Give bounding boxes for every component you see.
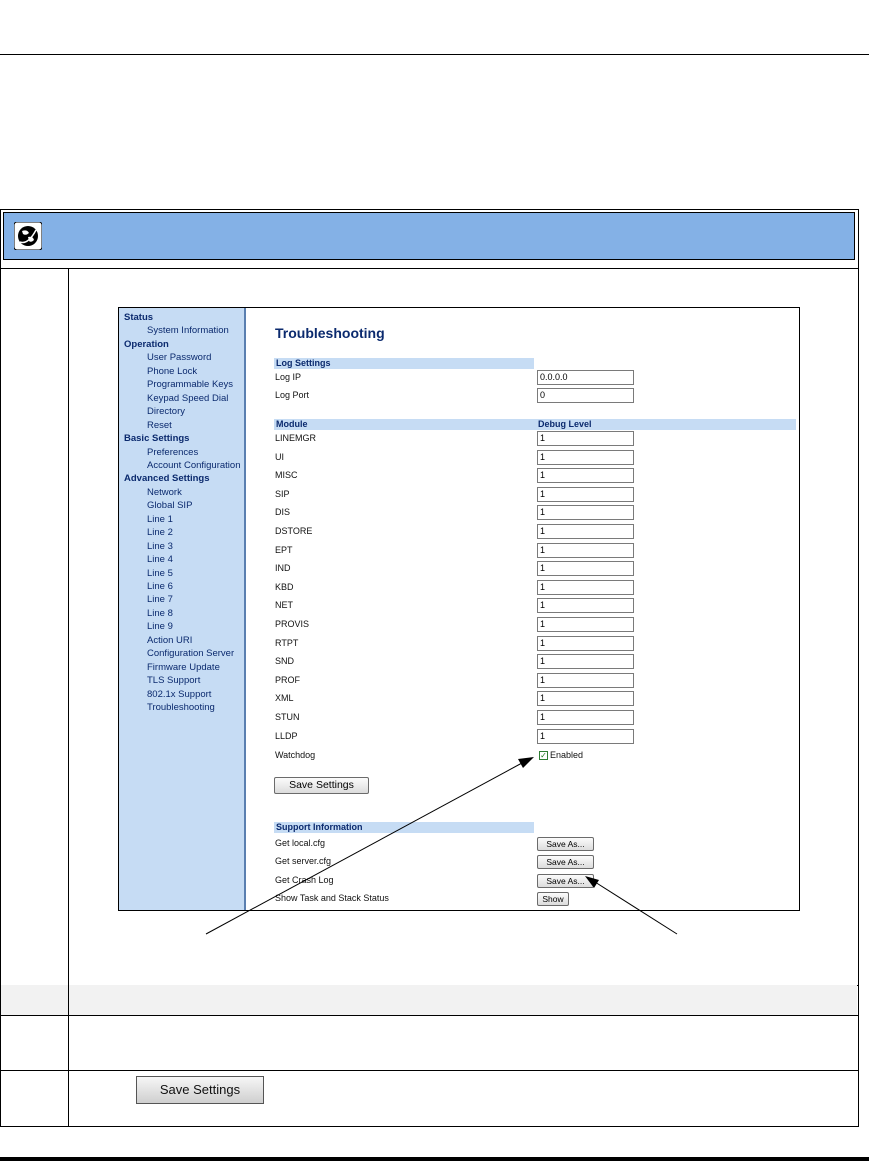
- module-debug-label: RTPT: [275, 637, 299, 648]
- module-debug-label: DIS: [275, 507, 291, 518]
- module-debug-input[interactable]: 1: [537, 561, 634, 577]
- bottom-rule: [0, 1157, 869, 1161]
- support-information-header: Support Information: [274, 822, 534, 833]
- sidebar-item[interactable]: User Password: [147, 352, 211, 363]
- sidebar-item[interactable]: Network: [147, 487, 182, 498]
- sidebar-item[interactable]: System Information: [147, 325, 229, 336]
- log-setting-input[interactable]: 0.0.0.0: [537, 370, 634, 385]
- module-debug-input[interactable]: 1: [537, 431, 634, 446]
- module-debug-input[interactable]: 1: [537, 654, 634, 670]
- module-debug-label: EPT: [275, 544, 293, 555]
- page-title: Troubleshooting: [275, 325, 385, 341]
- module-debug-label: UI: [275, 451, 284, 462]
- sidebar-item: Status: [124, 312, 154, 323]
- watchdog-checkbox[interactable]: ✓: [539, 751, 548, 760]
- support-row-label: Get server.cfg: [275, 856, 332, 867]
- sidebar-item[interactable]: Line 5: [147, 568, 173, 579]
- module-debug-label: MISC: [275, 470, 298, 481]
- sidebar-item[interactable]: Directory: [147, 406, 185, 417]
- module-debug-input[interactable]: 1: [537, 468, 634, 484]
- module-debug-input[interactable]: 1: [537, 710, 634, 725]
- sidebar-item[interactable]: Preferences: [147, 447, 198, 458]
- save-settings-button[interactable]: Save Settings: [274, 777, 369, 794]
- module-debug-label: NET: [275, 600, 293, 611]
- module-debug-label: DSTORE: [275, 526, 313, 536]
- sidebar-item[interactable]: Line 1: [147, 514, 173, 525]
- sidebar-item[interactable]: Action URI: [147, 635, 192, 646]
- watchdog-enabled-label: Enabled: [550, 750, 584, 760]
- sidebar-item: Basic Settings: [124, 433, 190, 445]
- top-rule: [0, 54, 869, 55]
- log-setting-label: Log IP: [275, 372, 302, 382]
- sidebar-item[interactable]: Line 4: [147, 554, 173, 565]
- row-divider: [1, 1070, 859, 1071]
- sidebar-item[interactable]: Line 3: [147, 541, 173, 552]
- save-settings-button-image: Save Settings: [136, 1076, 264, 1104]
- step-column-divider: [68, 268, 69, 1127]
- show-button[interactable]: Show: [537, 891, 569, 906]
- module-debug-input[interactable]: 1: [537, 524, 634, 539]
- module-debug-input[interactable]: 1: [537, 579, 634, 595]
- sidebar-item[interactable]: Line 7: [147, 594, 173, 605]
- log-settings-header: Log Settings: [274, 358, 534, 369]
- module-header: Module: [274, 419, 536, 430]
- module-debug-label: SIP: [275, 488, 290, 499]
- module-debug-input[interactable]: 1: [537, 635, 634, 651]
- module-debug-label: KBD: [275, 581, 294, 592]
- module-debug-input[interactable]: 1: [537, 617, 634, 632]
- save-as-button[interactable]: Save As...: [537, 837, 594, 851]
- watchdog-label: Watchdog: [275, 750, 316, 760]
- module-debug-input[interactable]: 1: [537, 449, 634, 465]
- sidebar-item[interactable]: Global SIP: [147, 500, 192, 511]
- module-debug-label: LINEMGR: [275, 433, 317, 443]
- module-debug-label: IND: [275, 563, 291, 574]
- save-as-button[interactable]: Save As...: [537, 873, 594, 888]
- web-ui-banner: [3, 212, 855, 260]
- support-row-label: Show Task and Stack Status: [275, 892, 389, 903]
- module-debug-input[interactable]: 1: [537, 486, 634, 502]
- support-row-label: Get Crash Log: [275, 874, 334, 885]
- module-debug-label: LLDP: [275, 730, 298, 741]
- section-band: [1, 985, 857, 1015]
- sidebar-item[interactable]: Account Configuration: [147, 460, 240, 471]
- module-debug-label: STUN: [275, 712, 300, 722]
- sidebar-item[interactable]: Configuration Server: [147, 648, 234, 659]
- module-debug-input[interactable]: 1: [537, 672, 634, 688]
- sidebar-item: Advanced Settings: [124, 473, 210, 485]
- sidebar-item[interactable]: Programmable Keys: [147, 379, 233, 390]
- module-debug-input[interactable]: 1: [537, 691, 634, 707]
- module-debug-input[interactable]: 1: [537, 598, 634, 614]
- nav-sidebar: Status System Information Operation User Pa…: [119, 308, 246, 910]
- row-divider: [1, 1015, 859, 1016]
- sidebar-item[interactable]: 802.1x Support: [147, 689, 211, 700]
- module-debug-input[interactable]: 1: [537, 542, 634, 558]
- sidebar-item[interactable]: Firmware Update: [147, 662, 220, 673]
- debug-level-header: Debug Level: [536, 419, 796, 430]
- sidebar-item[interactable]: Line 2: [147, 527, 173, 538]
- web-ui-screenshot: Status System Information Operation User Pa…: [118, 307, 800, 911]
- save-as-button[interactable]: Save As...: [537, 855, 594, 870]
- module-debug-input[interactable]: 1: [537, 505, 634, 521]
- module-debug-label: PROVIS: [275, 619, 310, 629]
- module-debug-label: XML: [275, 693, 294, 704]
- log-setting-label: Log Port: [275, 390, 310, 400]
- module-debug-input[interactable]: 1: [537, 728, 634, 744]
- sidebar-item[interactable]: TLS Support: [147, 675, 200, 686]
- sidebar-item[interactable]: Reset: [147, 420, 172, 431]
- module-debug-label: SND: [275, 656, 295, 667]
- sidebar-item: Operation: [124, 338, 169, 350]
- web-ui-globe-icon: [14, 222, 42, 250]
- row-divider: [1, 268, 859, 269]
- sidebar-item[interactable]: Line 8: [147, 608, 173, 619]
- sidebar-item[interactable]: Phone Lock: [147, 366, 197, 377]
- module-debug-label: PROF: [275, 674, 301, 685]
- sidebar-item[interactable]: Keypad Speed Dial: [147, 393, 228, 404]
- sidebar-item[interactable]: Line 6: [147, 581, 173, 592]
- sidebar-item[interactable]: Line 9: [147, 621, 173, 632]
- sidebar-item[interactable]: Troubleshooting: [147, 702, 215, 713]
- log-setting-input[interactable]: 0: [537, 388, 634, 403]
- support-row-label: Get local.cfg: [275, 838, 326, 848]
